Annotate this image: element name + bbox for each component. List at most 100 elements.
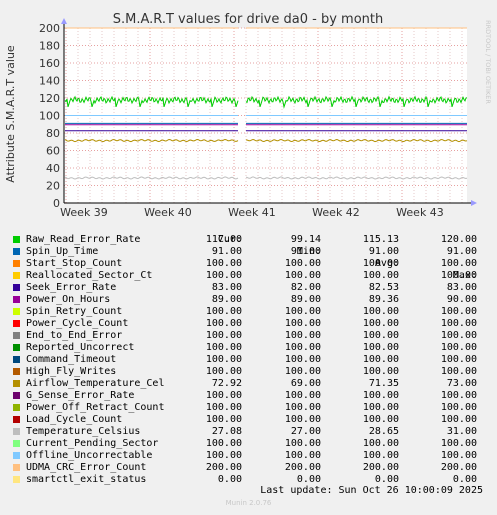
legend-swatch xyxy=(13,236,20,243)
legend-avg-value: 89.36 xyxy=(368,294,399,305)
legend-min-value: 99.14 xyxy=(290,234,321,245)
legend-cur-value: 100.00 xyxy=(205,342,242,353)
legend-min-value: 100.00 xyxy=(284,318,321,329)
munin-version: Munin 2.0.76 xyxy=(225,499,272,507)
legend-cur-value: 100.00 xyxy=(205,318,242,329)
legend-avg-value: 100.00 xyxy=(362,390,399,401)
x-axis-arrow-icon xyxy=(471,200,477,206)
legend-swatch xyxy=(13,284,20,291)
x-tick-label: Week 42 xyxy=(312,206,360,219)
legend-avg-value: 115.13 xyxy=(362,234,399,245)
legend-avg-value: 91.00 xyxy=(368,246,399,257)
x-tick-label: Week 39 xyxy=(60,206,108,219)
y-tick-label: 120 xyxy=(39,92,60,105)
legend-swatch xyxy=(13,464,20,471)
y-tick-label: 40 xyxy=(46,162,60,175)
legend-min-value: 82.00 xyxy=(290,282,321,293)
legend-swatch xyxy=(13,404,20,411)
legend-cur-value: 200.00 xyxy=(205,462,242,473)
legend-max-value: 100.00 xyxy=(440,306,477,317)
legend-avg-value: 100.00 xyxy=(362,342,399,353)
legend-cur-value: 100.00 xyxy=(205,270,242,281)
chart-title: S.M.A.R.T values for drive da0 - by mont… xyxy=(113,12,383,27)
legend-cur-value: 89.00 xyxy=(211,294,242,305)
y-tick-label: 20 xyxy=(46,180,60,193)
legend-cur-value: 100.00 xyxy=(205,438,242,449)
legend-label: Reallocated_Sector_Ct xyxy=(26,270,153,281)
legend-cur-value: 100.00 xyxy=(205,402,242,413)
legend-max-value: 91.00 xyxy=(446,246,477,257)
legend-avg-value: 100.00 xyxy=(362,318,399,329)
legend-max-value: 100.00 xyxy=(440,270,477,281)
legend-avg-value: 100.00 xyxy=(362,306,399,317)
legend-cur-value: 100.00 xyxy=(205,354,242,365)
legend-swatch xyxy=(13,392,20,399)
legend-label: UDMA_CRC_Error_Count xyxy=(26,462,147,473)
legend-swatch xyxy=(13,416,20,423)
legend-swatch xyxy=(13,380,20,387)
legend-max-value: 100.00 xyxy=(440,402,477,413)
x-tick-label: Week 40 xyxy=(144,206,192,219)
legend-label: Start_Stop_Count xyxy=(26,258,123,269)
legend-avg-value: 100.00 xyxy=(362,330,399,341)
legend-cur-value: 100.00 xyxy=(205,330,242,341)
legend-swatch xyxy=(13,344,20,351)
x-tick-label: Week 43 xyxy=(396,206,444,219)
x-tick-label: Week 41 xyxy=(228,206,276,219)
legend-max-value: 100.00 xyxy=(440,342,477,353)
legend-cur-value: 91.00 xyxy=(211,246,242,257)
legend-swatch xyxy=(13,332,20,339)
y-axis-arrow-icon xyxy=(61,18,67,24)
legend-min-value: 100.00 xyxy=(284,330,321,341)
legend-swatch xyxy=(13,320,20,327)
legend-label: Seek_Error_Rate xyxy=(26,282,117,293)
legend-swatch xyxy=(13,248,20,255)
legend-swatch xyxy=(13,308,20,315)
legend-min-value: 100.00 xyxy=(284,342,321,353)
legend-max-value: 100.00 xyxy=(440,354,477,365)
legend-cur-value: 100.00 xyxy=(205,414,242,425)
legend-min-value: 100.00 xyxy=(284,354,321,365)
legend-min-value: 91.00 xyxy=(290,246,321,257)
legend-max-value: 83.00 xyxy=(446,282,477,293)
legend-avg-value: 100.00 xyxy=(362,354,399,365)
legend-label: Spin_Retry_Count xyxy=(26,306,123,317)
legend-label: Current_Pending_Sector xyxy=(26,438,159,449)
legend-cur-value: 27.08 xyxy=(211,426,242,437)
legend-max-value: 31.00 xyxy=(446,426,477,437)
legend-avg-value: 82.53 xyxy=(368,282,399,293)
legend-label: Power_On_Hours xyxy=(26,294,111,305)
y-tick-label: 0 xyxy=(53,197,60,210)
last-update: Last update: Sun Oct 26 10:00:09 2025 xyxy=(260,485,483,496)
legend-swatch xyxy=(13,260,20,267)
legend-min-value: 27.00 xyxy=(290,426,321,437)
legend-min-value: 200.00 xyxy=(284,462,321,473)
legend-avg-value: 71.35 xyxy=(368,378,399,389)
legend-max-value: 100.00 xyxy=(440,450,477,461)
legend-avg-value: 100.00 xyxy=(362,258,399,269)
legend-cur-value: 100.00 xyxy=(205,390,242,401)
legend-avg-value: 100.00 xyxy=(362,414,399,425)
legend-swatch xyxy=(13,356,20,363)
legend-swatch xyxy=(13,296,20,303)
legend-cur-value: 100.00 xyxy=(205,258,242,269)
legend-min-value: 69.00 xyxy=(290,378,321,389)
legend-cur-value: 72.92 xyxy=(211,378,242,389)
legend-min-value: 100.00 xyxy=(284,258,321,269)
legend-label: Raw_Read_Error_Rate xyxy=(26,234,141,245)
legend-avg-value: 100.00 xyxy=(362,450,399,461)
legend-max-value: 100.00 xyxy=(440,366,477,377)
y-tick-label: 200 xyxy=(39,22,60,35)
legend-swatch xyxy=(13,368,20,375)
legend-max-value: 73.00 xyxy=(446,378,477,389)
legend-max-value: 120.00 xyxy=(440,234,477,245)
legend-avg-value: 100.00 xyxy=(362,438,399,449)
legend-avg-value: 100.00 xyxy=(362,402,399,413)
legend-swatch xyxy=(13,428,20,435)
legend-cur-value: 100.00 xyxy=(205,306,242,317)
legend-max-value: 200.00 xyxy=(440,462,477,473)
legend-avg-value: 100.00 xyxy=(362,366,399,377)
legend-min-value: 89.00 xyxy=(290,294,321,305)
legend-avg-value: 100.00 xyxy=(362,270,399,281)
legend-min-value: 100.00 xyxy=(284,306,321,317)
